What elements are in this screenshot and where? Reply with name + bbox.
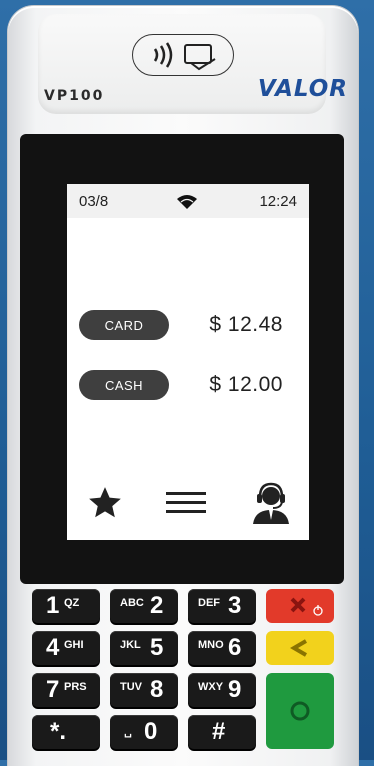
key-0[interactable]: ␣ 0	[110, 715, 178, 749]
card-button-label: CARD	[104, 317, 144, 333]
key-9[interactable]: WXY 9	[188, 673, 256, 707]
key-5-digit: 5	[150, 634, 164, 661]
terminal-screen: 03/8 12:24 CARD $ 12.48 CASH $ 12.00	[67, 184, 309, 540]
key-7-digit: 7	[46, 676, 60, 703]
key-2-letters: ABC	[120, 597, 144, 609]
key-8-digit: 8	[150, 676, 164, 703]
key-5-letters: JKL	[120, 639, 141, 651]
star-icon[interactable]	[85, 484, 125, 527]
chevron-left-icon	[290, 639, 308, 657]
back-key[interactable]	[266, 631, 334, 665]
support-agent-icon[interactable]	[249, 480, 293, 529]
cash-button[interactable]: CASH	[79, 370, 169, 400]
key-2[interactable]: ABC 2	[110, 589, 178, 623]
status-time: 12:24	[259, 193, 297, 210]
key-0-space: ␣	[124, 726, 132, 738]
card-amount: $ 12.48	[209, 313, 283, 336]
key-6-digit: 6	[228, 634, 242, 661]
cash-button-label: CASH	[104, 377, 144, 393]
key-7-letters: PRS	[64, 681, 87, 693]
key-1-digit: 1	[46, 592, 60, 619]
key-4-digit: 4	[46, 634, 60, 661]
key-3-digit: 3	[228, 592, 242, 619]
key-2-digit: 2	[150, 592, 164, 619]
key-star-symbol: *.	[50, 718, 67, 745]
cancel-key[interactable]	[266, 589, 334, 623]
key-9-digit: 9	[228, 676, 242, 703]
menu-icon[interactable]	[166, 488, 206, 523]
key-4[interactable]: 4 GHI	[32, 631, 100, 665]
key-6-letters: MNO	[198, 639, 224, 651]
wifi-icon	[176, 195, 198, 213]
key-hash-symbol: #	[212, 718, 226, 745]
key-4-letters: GHI	[64, 639, 84, 651]
key-3-letters: DEF	[198, 597, 220, 609]
key-7[interactable]: 7 PRS	[32, 673, 100, 707]
status-bar: 03/8 12:24	[67, 184, 309, 218]
enter-icon	[290, 701, 310, 721]
enter-key[interactable]	[266, 673, 334, 749]
key-9-letters: WXY	[198, 681, 224, 693]
key-8-letters: TUV	[120, 681, 142, 693]
key-3[interactable]: DEF 3	[188, 589, 256, 623]
key-hash[interactable]: #	[188, 715, 256, 749]
contactless-logo	[132, 34, 234, 76]
key-6[interactable]: MNO 6	[188, 631, 256, 665]
brand-logo: VALOR	[257, 76, 348, 102]
status-date: 03/8	[79, 193, 109, 210]
key-1[interactable]: 1 QZ	[32, 589, 100, 623]
key-8[interactable]: TUV 8	[110, 673, 178, 707]
key-star[interactable]: *.	[32, 715, 100, 749]
key-1-letters: QZ	[64, 597, 80, 609]
key-5[interactable]: JKL 5	[110, 631, 178, 665]
device-model: VP100	[44, 88, 105, 104]
key-0-digit: 0	[144, 718, 158, 745]
cash-amount: $ 12.00	[209, 373, 283, 396]
cancel-icon	[290, 597, 323, 616]
card-button[interactable]: CARD	[79, 310, 169, 340]
